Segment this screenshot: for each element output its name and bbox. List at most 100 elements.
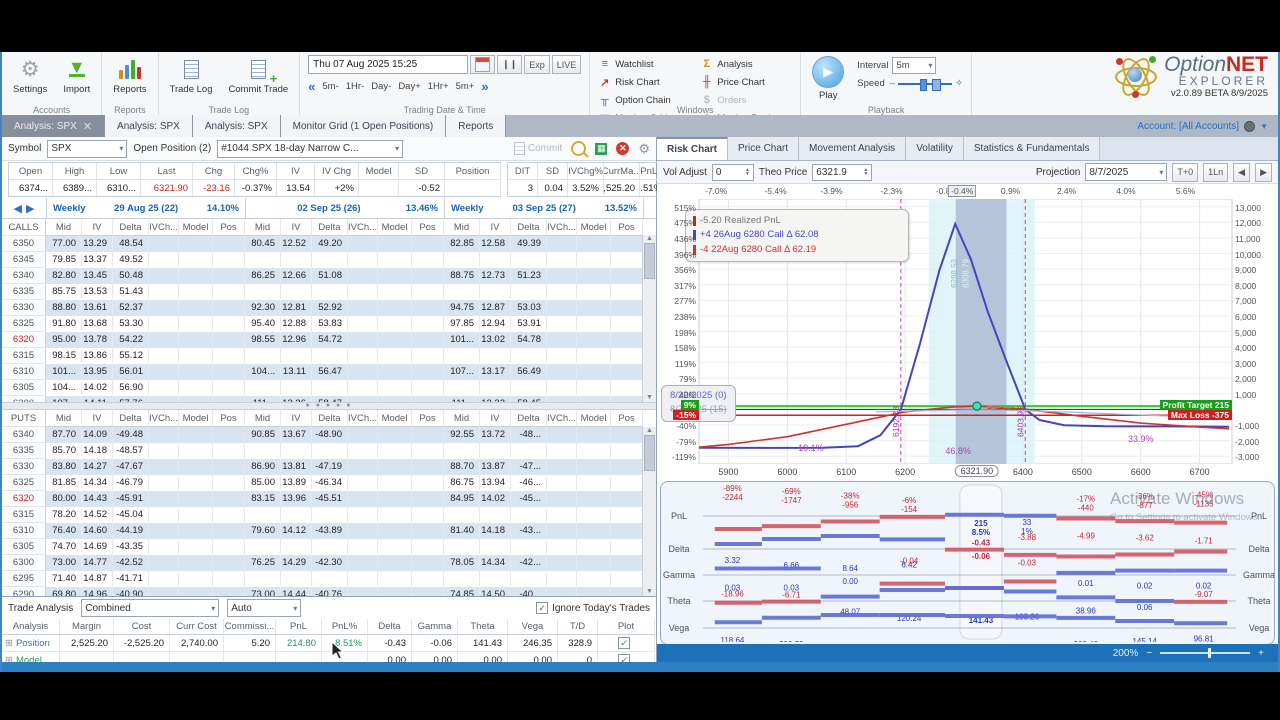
chain-cell[interactable]: 95.00	[46, 332, 82, 347]
chain-cell[interactable]	[577, 459, 611, 474]
prev-arrow-button[interactable]: ◀	[1233, 162, 1251, 182]
chain-cell[interactable]: 88.70	[444, 459, 480, 474]
chain-cell[interactable]: 81.40	[444, 523, 480, 538]
chain-cell[interactable]	[611, 523, 643, 538]
chain-cell[interactable]: 58.45	[511, 396, 547, 402]
chain-cell[interactable]	[149, 252, 179, 267]
chain-cell[interactable]	[348, 348, 378, 363]
chain-cell[interactable]	[378, 555, 412, 570]
chain-cell[interactable]	[281, 443, 312, 458]
chain-cell[interactable]	[577, 396, 611, 402]
chain-cell[interactable]: 14.52	[82, 507, 113, 522]
chain-cell[interactable]: 91.80	[46, 316, 82, 331]
chain-cell[interactable]: -45.51	[312, 491, 348, 506]
chain-cell[interactable]	[577, 236, 611, 251]
projection-date-select[interactable]: 8/7/2025 ▾	[1085, 163, 1168, 181]
strike-cell[interactable]: 6330	[2, 300, 46, 316]
chain-cell[interactable]	[412, 284, 444, 299]
chain-cell[interactable]	[511, 571, 547, 586]
strike-cell[interactable]: 6340	[2, 427, 46, 443]
chain-cell[interactable]: Pos	[213, 410, 245, 427]
chain-cell[interactable]: 78.05	[444, 555, 480, 570]
exp-button[interactable]: Exp	[524, 55, 550, 74]
chain-cell[interactable]: -47.19	[312, 459, 348, 474]
chain-cell[interactable]	[348, 396, 378, 402]
chain-cell[interactable]	[213, 380, 245, 395]
chain-cell[interactable]: 14.50	[480, 587, 511, 596]
chain-cell[interactable]: 14.02	[480, 491, 511, 506]
chain-cell[interactable]	[149, 268, 179, 283]
chain-cell[interactable]: 14.96	[82, 587, 113, 596]
chain-cell[interactable]: -42...	[511, 555, 547, 570]
chain-cell[interactable]	[179, 396, 213, 402]
chain-cell[interactable]: Mid	[46, 219, 82, 236]
strike-cell[interactable]: 6320	[2, 332, 46, 348]
chain-cell[interactable]	[577, 507, 611, 522]
chain-cell[interactable]: 83.80	[46, 459, 82, 474]
chain-cell[interactable]: 98.55	[245, 332, 281, 347]
symbol-select[interactable]: SPX ▾	[47, 139, 128, 158]
chain-cell[interactable]: 14.60	[82, 523, 113, 538]
chain-cell[interactable]	[547, 316, 577, 331]
chain-cell[interactable]	[281, 539, 312, 554]
chain-cell[interactable]: 13.26	[281, 396, 312, 402]
chain-cell[interactable]: 111...	[444, 396, 480, 402]
chain-cell[interactable]	[547, 284, 577, 299]
chain-cell[interactable]: 12.94	[480, 316, 511, 331]
chain-cell[interactable]: IVCh...	[149, 219, 179, 236]
close-icon[interactable]: ✕	[83, 120, 92, 133]
chain-cell[interactable]	[577, 284, 611, 299]
chain-cell[interactable]	[577, 252, 611, 267]
chain-cell[interactable]	[312, 539, 348, 554]
analysis-button[interactable]: Σ Analysis	[700, 55, 792, 73]
calendar-button[interactable]	[470, 55, 496, 74]
chain-cell[interactable]: 53.30	[113, 316, 149, 331]
chain-cell[interactable]: IV	[281, 410, 312, 427]
chain-cell[interactable]: 14.27	[82, 459, 113, 474]
search-icon[interactable]	[571, 141, 590, 158]
chain-cell[interactable]	[179, 300, 213, 315]
chain-cell[interactable]: 52.92	[312, 300, 348, 315]
chain-cell[interactable]	[245, 571, 281, 586]
chevron-right-icon[interactable]: ▶	[26, 202, 34, 215]
chain-cell[interactable]	[480, 571, 511, 586]
chain-cell[interactable]	[611, 427, 643, 442]
chain-cell[interactable]	[213, 443, 245, 458]
chain-cell[interactable]	[179, 316, 213, 331]
reports-button[interactable]: Reports	[110, 55, 149, 96]
chain-cell[interactable]: 82.80	[46, 268, 82, 283]
chain-cell[interactable]: Pos	[611, 410, 643, 427]
chain-cell[interactable]	[348, 236, 378, 251]
chain-cell[interactable]: 53.03	[511, 300, 547, 315]
chain-cell[interactable]: 49.20	[312, 236, 348, 251]
interval-select[interactable]: 5m ▾	[892, 57, 937, 74]
chain-cell[interactable]	[348, 427, 378, 442]
chain-cell[interactable]	[611, 507, 643, 522]
chain-cell[interactable]: 13.72	[480, 427, 511, 442]
strike-cell[interactable]: 6300	[2, 396, 46, 402]
chain-cell[interactable]	[378, 491, 412, 506]
chain-cell[interactable]	[149, 571, 179, 586]
chain-cell[interactable]	[179, 380, 213, 395]
chain-cell[interactable]	[149, 316, 179, 331]
chain-cell[interactable]: 80.00	[46, 491, 82, 506]
tab-volatility[interactable]: Volatility	[906, 137, 964, 160]
chain-cell[interactable]	[149, 284, 179, 299]
chain-cell[interactable]	[444, 380, 480, 395]
chain-cell[interactable]	[281, 252, 312, 267]
close-position-icon[interactable]: ✕	[616, 142, 630, 155]
t-plus-0-button[interactable]: T+0	[1172, 162, 1199, 182]
trade-log-button[interactable]: Trade Log	[167, 55, 216, 96]
live-button[interactable]: LIVE	[551, 55, 582, 74]
chain-cell[interactable]	[412, 316, 444, 331]
chain-cell[interactable]	[547, 236, 577, 251]
chain-cell[interactable]: 92.55	[444, 427, 480, 442]
chain-cell[interactable]	[179, 268, 213, 283]
tab-analysis-2[interactable]: Analysis: SPX	[192, 115, 281, 137]
strike-cell[interactable]: 6310	[2, 364, 46, 380]
chain-cell[interactable]: -48...	[511, 427, 547, 442]
commit-trade-button[interactable]: + Commit Trade	[226, 55, 292, 96]
chain-cell[interactable]: 86.90	[245, 459, 281, 474]
chain-cell[interactable]: 14.87	[82, 571, 113, 586]
chain-cell[interactable]: 79.60	[245, 523, 281, 538]
